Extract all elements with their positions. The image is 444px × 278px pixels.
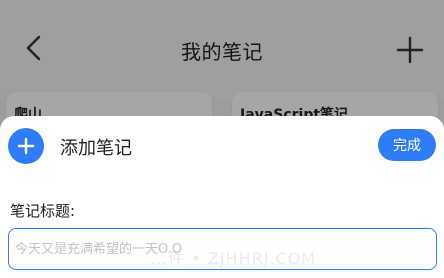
add-note-sheet: 添加笔记 完成 笔记标题: <box>0 116 444 278</box>
screen: 我的笔记 爬山 JavaScript笔记 添加笔记 完成 笔记标题: ...件 … <box>0 0 444 278</box>
note-title-input[interactable] <box>9 229 436 269</box>
sheet-title: 添加笔记 <box>60 138 132 159</box>
done-button[interactable]: 完成 <box>378 129 436 161</box>
note-title-label: 笔记标题: <box>10 202 76 220</box>
add-icon-badge <box>8 128 44 164</box>
plus-icon <box>17 137 35 155</box>
note-title-field <box>8 228 437 270</box>
